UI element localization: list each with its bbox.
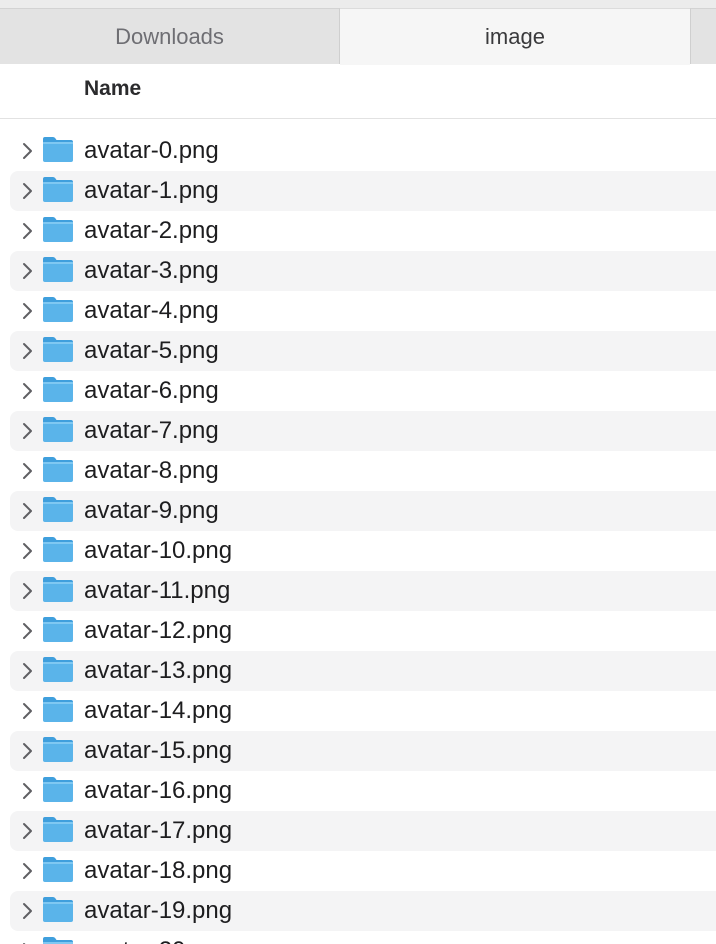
file-name: avatar-13.png — [84, 657, 233, 684]
folder-icon — [42, 135, 74, 163]
folder-icon — [42, 895, 74, 923]
list-item[interactable]: avatar-7.png — [10, 411, 716, 451]
chevron-right-icon[interactable] — [18, 299, 38, 323]
file-name: avatar-4.png — [84, 297, 219, 324]
list-item[interactable]: avatar-15.png — [10, 731, 716, 771]
list-item[interactable]: avatar-11.png — [10, 571, 716, 611]
chevron-right-icon[interactable] — [18, 499, 38, 523]
folder-icon — [42, 455, 74, 483]
list-item[interactable]: avatar-13.png — [10, 651, 716, 691]
file-name: avatar-15.png — [84, 737, 233, 764]
folder-icon — [42, 575, 74, 603]
list-item[interactable]: avatar-14.png — [10, 691, 716, 731]
list-item[interactable]: avatar-1.png — [10, 171, 716, 211]
tab-bar: Downloads image — [0, 0, 716, 65]
file-name: avatar-1.png — [84, 177, 219, 204]
chevron-right-icon[interactable] — [18, 659, 38, 683]
file-name: avatar-20.png — [84, 937, 232, 944]
finder-window: Downloads image Name avatar-0.png avatar-… — [0, 0, 716, 944]
list-item[interactable]: avatar-10.png — [10, 531, 716, 571]
list-item[interactable]: avatar-3.png — [10, 251, 716, 291]
file-name: avatar-10.png — [84, 537, 233, 564]
chevron-right-icon[interactable] — [18, 139, 38, 163]
folder-icon — [42, 655, 74, 683]
chevron-right-icon[interactable] — [18, 819, 38, 843]
folder-icon — [42, 775, 74, 803]
chevron-right-icon[interactable] — [18, 259, 38, 283]
column-header: Name — [0, 65, 716, 119]
chevron-right-icon[interactable] — [18, 419, 38, 443]
folder-icon — [42, 815, 74, 843]
tab-image-label: image — [485, 24, 545, 49]
list-item[interactable]: avatar-0.png — [10, 131, 716, 171]
list-item[interactable]: avatar-19.png — [10, 891, 716, 931]
file-name: avatar-18.png — [84, 857, 233, 884]
list-item[interactable]: avatar-5.png — [10, 331, 716, 371]
folder-icon — [42, 935, 74, 944]
file-name: avatar-8.png — [84, 457, 219, 484]
file-name: avatar-6.png — [84, 377, 219, 404]
list-item[interactable]: avatar-18.png — [10, 851, 716, 891]
list-item[interactable]: avatar-20.png — [10, 931, 716, 944]
chevron-right-icon[interactable] — [18, 179, 38, 203]
folder-icon — [42, 415, 74, 443]
list-item[interactable]: avatar-12.png — [10, 611, 716, 651]
chevron-right-icon[interactable] — [18, 579, 38, 603]
tab-downloads-label: Downloads — [115, 23, 224, 49]
list-item[interactable]: avatar-4.png — [10, 291, 716, 331]
file-name: avatar-17.png — [84, 817, 233, 844]
file-name: avatar-5.png — [84, 337, 219, 364]
folder-icon — [42, 535, 74, 563]
folder-icon — [42, 255, 74, 283]
folder-icon — [42, 855, 74, 883]
file-name: avatar-2.png — [84, 217, 219, 244]
chevron-right-icon[interactable] — [18, 739, 38, 763]
file-name: avatar-3.png — [84, 257, 219, 284]
folder-icon — [42, 335, 74, 363]
tab-image[interactable]: image — [340, 8, 690, 65]
file-name: avatar-0.png — [84, 137, 219, 164]
chevron-right-icon[interactable] — [18, 859, 38, 883]
folder-icon — [42, 295, 74, 323]
file-name: avatar-19.png — [84, 897, 233, 924]
list-item[interactable]: avatar-2.png — [10, 211, 716, 251]
chevron-right-icon[interactable] — [18, 699, 38, 723]
file-name: avatar-16.png — [84, 777, 233, 804]
chevron-right-icon[interactable] — [18, 539, 38, 563]
folder-icon — [42, 615, 74, 643]
tab-overflow[interactable] — [690, 8, 716, 64]
chevron-right-icon[interactable] — [18, 779, 38, 803]
list-item[interactable]: avatar-16.png — [10, 771, 716, 811]
file-list[interactable]: avatar-0.png avatar-1.png avatar-2.png avat… — [0, 131, 716, 944]
file-name: avatar-9.png — [84, 497, 219, 524]
file-name: avatar-7.png — [84, 417, 219, 444]
list-item[interactable]: avatar-9.png — [10, 491, 716, 531]
chevron-right-icon[interactable] — [18, 939, 38, 944]
chevron-right-icon[interactable] — [18, 459, 38, 483]
folder-icon — [42, 695, 74, 723]
chevron-right-icon[interactable] — [18, 219, 38, 243]
folder-icon — [42, 215, 74, 243]
list-item[interactable]: avatar-8.png — [10, 451, 716, 491]
folder-icon — [42, 735, 74, 763]
chevron-right-icon[interactable] — [18, 339, 38, 363]
folder-icon — [42, 495, 74, 523]
column-header-name[interactable]: Name — [84, 77, 141, 101]
list-item[interactable]: avatar-17.png — [10, 811, 716, 851]
file-name: avatar-12.png — [84, 617, 233, 644]
chevron-right-icon[interactable] — [18, 619, 38, 643]
chevron-right-icon[interactable] — [18, 379, 38, 403]
folder-icon — [42, 175, 74, 203]
tab-downloads[interactable]: Downloads — [0, 8, 340, 64]
file-name: avatar-14.png — [84, 697, 233, 724]
file-name: avatar-11.png — [84, 577, 231, 604]
chevron-right-icon[interactable] — [18, 899, 38, 923]
folder-icon — [42, 375, 74, 403]
list-item[interactable]: avatar-6.png — [10, 371, 716, 411]
